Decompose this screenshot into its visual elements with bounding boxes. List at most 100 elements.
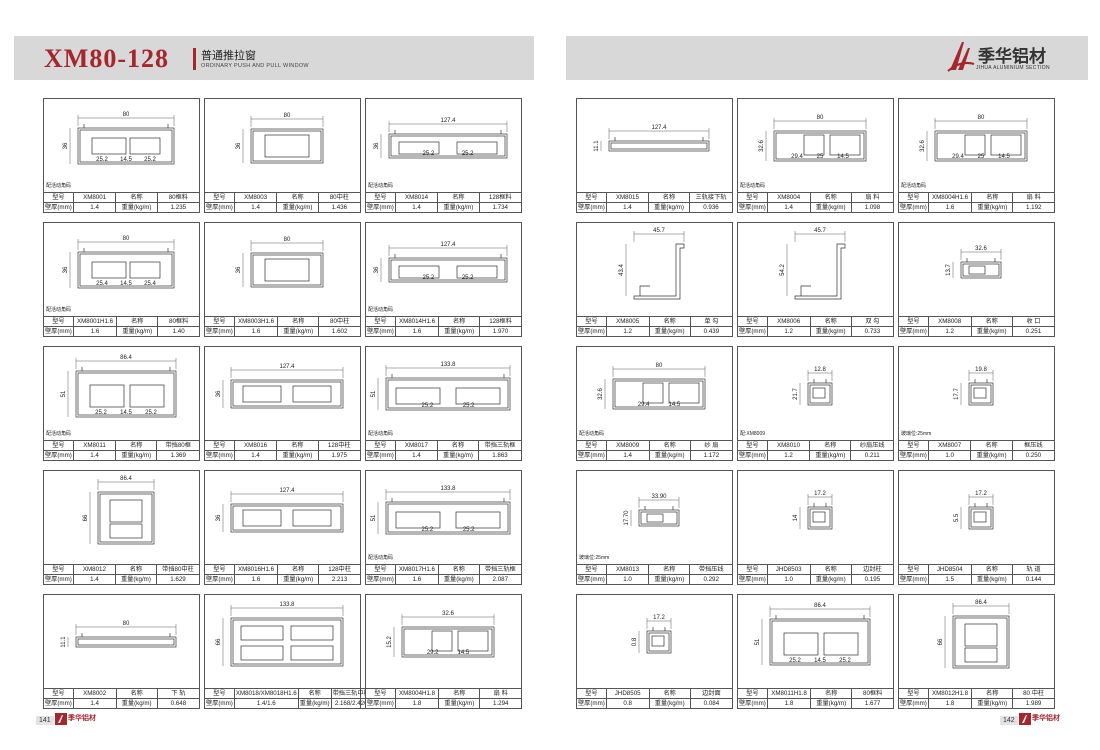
profile-drawing-area: 80 36 25.4 14.5 25.4: [44, 223, 199, 305]
dimension-inner: 14.5: [668, 402, 680, 408]
dimension-inner: 14.5: [120, 281, 132, 287]
wall-label: 壁厚(mm): [204, 202, 235, 213]
weight-value: 1.734: [478, 202, 523, 213]
dimension-inner: 25: [817, 154, 824, 160]
weight-label: 重量(kg/m): [970, 450, 1013, 461]
name-label: 名称: [647, 192, 691, 203]
dimension-height: 36: [374, 266, 380, 273]
model-label: 型号: [365, 192, 396, 203]
wall-value: 1.4: [394, 450, 438, 461]
spec-table: 型号 XM8011H1.8 名称 80框料 壁厚(mm) 1.8 重量(kg/m…: [737, 688, 894, 709]
model-label: 型号: [737, 688, 768, 699]
name-label: 名称: [438, 688, 481, 699]
spec-table: 型号 JHD8504 名称 轨 道 壁厚(mm) 1.5 重量(kg/m) 0.…: [898, 564, 1056, 585]
dimension-height: 11.1: [594, 140, 600, 152]
name-value: 带挡80框: [156, 440, 200, 451]
dimension-height: 32.6: [920, 140, 926, 152]
wall-value: 1.4/1.6: [233, 698, 299, 709]
dimension-width: 19.8: [975, 367, 987, 373]
dimension-height: 14: [793, 514, 799, 521]
weight-value: 1.436: [317, 202, 362, 213]
name-value: 轨 道: [1011, 564, 1056, 575]
weight-value: 0.250: [1011, 450, 1056, 461]
wall-label: 壁厚(mm): [576, 202, 607, 213]
weight-label: 重量(kg/m): [438, 574, 480, 585]
spec-table: 型号 JHD8503 名称 边封柱 壁厚(mm) 1.0 重量(kg/m) 0.…: [737, 564, 895, 585]
model-value: JHD8504: [927, 564, 972, 575]
model-label: 型号: [898, 564, 929, 575]
dimension-inner: 29.4: [638, 402, 650, 408]
model-value: XM8006: [766, 316, 811, 327]
dimension-height: 36: [216, 514, 222, 521]
dimension-width: 45.7: [814, 228, 826, 234]
weight-value: 2.087: [478, 574, 523, 585]
profile-note: 配活动角码: [579, 431, 605, 437]
name-value: 128框料: [479, 316, 522, 327]
profile-drawing-area: 86.4 66: [899, 595, 1054, 677]
model-label: 型号: [365, 688, 396, 699]
profile-drawing-area: 80 32.6 29.4 25 14.5: [738, 99, 893, 181]
name-label: 名称: [276, 440, 319, 451]
dimension-width: 86.4: [814, 603, 826, 609]
dimension-inner: 14.5: [120, 410, 132, 416]
name-value: 三轨接下轨: [689, 192, 733, 203]
dimension-inner: 25: [978, 154, 985, 160]
profile-drawing-area: 127.4 36 25.2 25.2: [366, 223, 521, 305]
name-label: 名称: [276, 192, 319, 203]
spec-table: 型号 XM8007 名称 框压线 壁厚(mm) 1.0 重量(kg/m) 0.2…: [898, 440, 1056, 461]
dimension-inner: 25.4: [96, 281, 108, 287]
profile-card: 86.4 66 型号 XM8012H1.8 名称 80 中柱 壁厚(mm) 1.8…: [898, 594, 1055, 709]
profile-drawing-area: 127.4 36: [205, 347, 360, 429]
profile-drawing: 17.2 0.8: [632, 615, 672, 654]
weight-label: 重量(kg/m): [971, 698, 1014, 709]
profile-drawing: 127.4 36: [216, 488, 344, 533]
wall-value: 1.2: [927, 326, 972, 337]
model-label: 型号: [365, 440, 396, 451]
name-label: 名称: [809, 192, 852, 203]
profile-card: 133.8 66 型号 XM8018/XM8018H1.6 名称 带挡三轨中柱 壁…: [204, 594, 372, 709]
dimension-width: 17.2: [653, 615, 665, 621]
profile-drawing: 133.8 51 25.2 25.2: [371, 486, 511, 535]
dimension-height: 54.2: [780, 264, 786, 276]
wall-label: 壁厚(mm): [43, 698, 74, 709]
profile-card: 80 11.1 型号 XM8002 名称 下 轨 壁厚(mm) 1.4 重量(kg…: [43, 594, 201, 709]
wall-value: 1.4: [72, 202, 117, 213]
wall-value: 1.4: [72, 574, 116, 585]
footer-logo-text: 季华铝材: [68, 715, 96, 722]
name-label: 名称: [297, 688, 332, 699]
page-number-left: 141: [36, 716, 54, 725]
profile-note: 配活动角码: [368, 183, 394, 189]
name-label: 名称: [648, 564, 691, 575]
weight-value: 0.648: [156, 698, 201, 709]
spec-table: 型号 XM8004 名称 扇 料 壁厚(mm) 1.4 重量(kg/m) 1.0…: [737, 192, 895, 213]
profile-note: 配活动角码: [46, 183, 72, 189]
spec-table: 型号 JHD8505 名称 边封面 壁厚(mm) 0.8 重量(kg/m) 0.…: [576, 688, 734, 709]
name-value: 带挡三轨框: [478, 440, 522, 451]
profile-drawing: 127.4 36: [216, 364, 344, 409]
model-value: JHD8505: [605, 688, 650, 699]
dimension-width: 32.6: [975, 246, 987, 252]
weight-value: 0.439: [689, 326, 734, 337]
profile-drawing: 12.8 21.7: [793, 367, 833, 406]
profile-drawing-area: 80 36: [205, 99, 360, 181]
profile-drawing-area: 127.4 36: [205, 471, 360, 553]
model-label: 型号: [43, 688, 74, 699]
profile-drawing-area: 80 32.6 29.4 14.5: [577, 347, 732, 429]
model-label: 型号: [737, 192, 768, 203]
weight-label: 重量(kg/m): [648, 574, 691, 585]
model-value: XM8004: [766, 192, 811, 203]
weight-label: 重量(kg/m): [970, 326, 1013, 337]
dimension-height: 36: [216, 390, 222, 397]
weight-label: 重量(kg/m): [648, 326, 691, 337]
name-label: 名称: [970, 440, 1013, 451]
wall-value: 1.5: [927, 574, 972, 585]
wall-value: 1.6: [394, 574, 440, 585]
brand-mark-icon: [947, 42, 975, 72]
profile-card: 86.4 51 25.2 14.5 25.2 型号 XM8011H1.8 名称 80框料…: [737, 594, 894, 709]
profile-drawing-area: 127.4 36 25.2 25.2: [366, 99, 521, 181]
wall-value: 1.4: [394, 202, 439, 213]
brand-name: 季华铝材: [978, 47, 1046, 66]
profile-drawing: 19.8 17.7: [954, 367, 994, 406]
dimension-height: 13.7: [946, 264, 952, 276]
weight-value: 1.975: [317, 450, 362, 461]
